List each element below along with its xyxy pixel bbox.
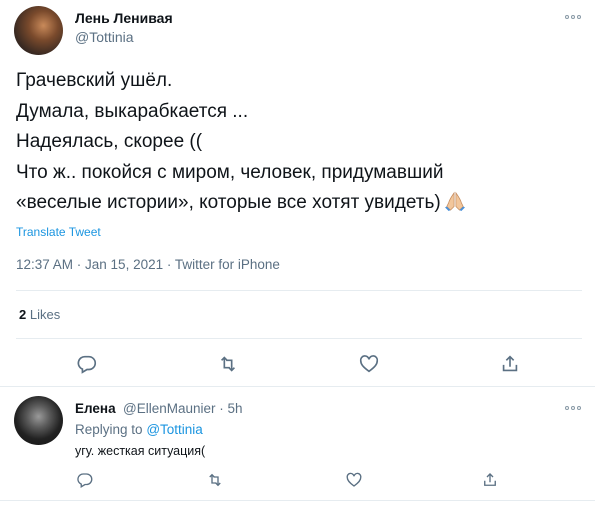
- avatar[interactable]: [14, 396, 63, 445]
- tweet-line: «веселые истории», которые все хотят уви…: [16, 188, 466, 219]
- replying-prefix: Replying to: [75, 422, 143, 437]
- replying-to: Replying to @Tottinia: [75, 422, 203, 437]
- share-icon[interactable]: [499, 353, 521, 375]
- avatar[interactable]: [14, 6, 63, 55]
- divider: [0, 500, 595, 501]
- tweet-timestamp[interactable]: 12:37 AM · Jan 15, 2021 · Twitter for iP…: [16, 257, 280, 272]
- reply-text: угу. жесткая ситуация(: [75, 444, 206, 458]
- tweet-text: Грачевский ушёл. Думала, выкарабкается ..…: [16, 66, 466, 219]
- divider: [16, 338, 582, 339]
- tweet-line-text: «веселые истории», которые все хотят уви…: [16, 192, 441, 213]
- like-icon[interactable]: [345, 471, 363, 494]
- tweet-line: Думала, выкарабкается ...: [16, 100, 249, 122]
- divider: [0, 386, 595, 387]
- share-icon[interactable]: [481, 471, 499, 494]
- translate-tweet-link[interactable]: Translate Tweet: [16, 225, 101, 239]
- tweet-line: Что ж.. покойся с миром, человек, придум…: [16, 161, 444, 183]
- retweet-icon[interactable]: [206, 471, 224, 494]
- retweet-icon[interactable]: [217, 353, 239, 375]
- author-name[interactable]: Лень Ленивая: [75, 10, 173, 26]
- folded-hands-icon: [444, 191, 465, 211]
- like-icon[interactable]: [358, 353, 380, 375]
- reply-icon[interactable]: [76, 353, 98, 375]
- likes-count[interactable]: 2 Likes: [19, 307, 60, 322]
- more-options-icon[interactable]: [565, 12, 585, 22]
- reply-author-handle[interactable]: @EllenMaunier · 5h: [123, 401, 243, 416]
- author-handle[interactable]: @Tottinia: [75, 29, 134, 45]
- divider: [16, 290, 582, 291]
- tweet-line: Надеялась, скорее ((: [16, 131, 203, 152]
- reply-icon[interactable]: [76, 471, 94, 494]
- likes-number: 2: [19, 307, 27, 322]
- tweet-line: Грачевский ушёл.: [16, 70, 173, 91]
- likes-label: Likes: [29, 307, 61, 322]
- reply-author-name[interactable]: Елена: [75, 401, 116, 416]
- more-options-icon[interactable]: [565, 403, 585, 413]
- mention-link[interactable]: @Tottinia: [146, 422, 202, 437]
